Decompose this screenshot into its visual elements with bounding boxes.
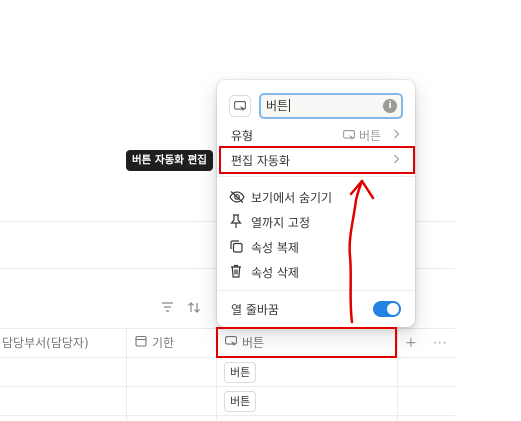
annotation-arrow bbox=[348, 179, 375, 324]
